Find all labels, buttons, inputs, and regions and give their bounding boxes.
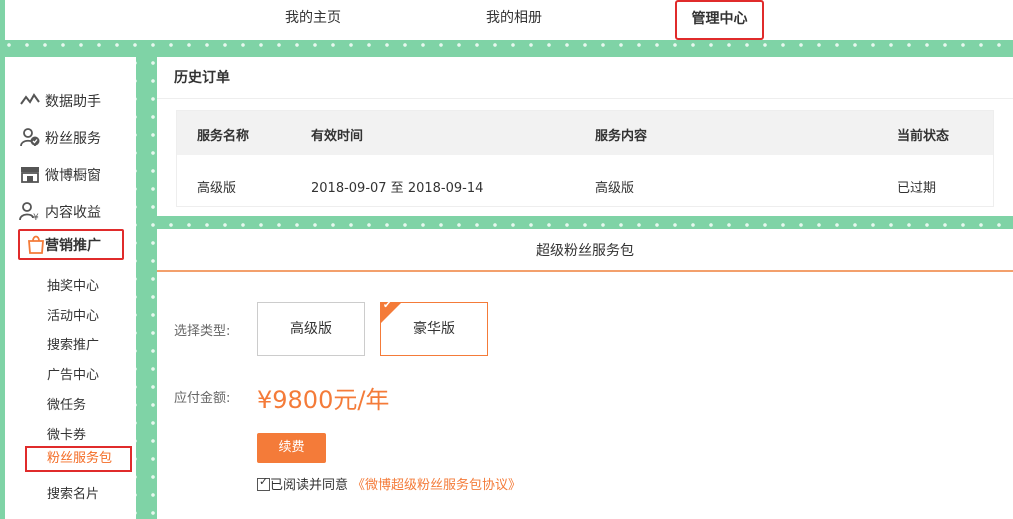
type-label: 选择类型: (174, 324, 231, 339)
submenu-activity-center[interactable]: 活动中心 (47, 305, 99, 324)
sidebar-item-fans-service[interactable]: 粉丝服务 (5, 122, 136, 152)
submenu-lottery-center[interactable]: 抽奖中心 (47, 275, 99, 294)
orders-table: 服务名称 有效时间 服务内容 当前状态 高级版 2018-09-07 至 201… (176, 110, 994, 207)
agreement-row: ✓ 已阅读并同意 《微博超级粉丝服务包协议》 (257, 474, 521, 493)
amount-label: 应付金额: (174, 391, 231, 406)
checkmark-icon: ✓ (259, 475, 269, 488)
cell-status: 已过期 (897, 181, 937, 196)
agreement-link[interactable]: 《微博超级粉丝服务包协议》 (352, 478, 521, 493)
package-title: 超级粉丝服务包 (536, 243, 634, 259)
history-orders-panel: 历史订单 服务名称 有效时间 服务内容 当前状态 高级版 2018-09-07 … (157, 57, 1013, 216)
fans-service-icon (19, 127, 41, 147)
column-header-service-content: 服务内容 (595, 129, 648, 144)
agree-text: 已阅读并同意 (270, 478, 349, 493)
sidebar-item-marketing[interactable]: 营销推广 (18, 229, 124, 260)
sidebar-item-content-income[interactable]: ¥ 内容收益 (5, 196, 136, 226)
cell-service-content: 高级版 (595, 181, 635, 196)
nav-my-album[interactable]: 我的相册 (476, 0, 552, 40)
type-option-deluxe-label: 豪华版 (413, 321, 455, 337)
submenu-search-promotion[interactable]: 搜索推广 (47, 334, 99, 353)
column-header-service-name: 服务名称 (197, 129, 250, 144)
checkmark-icon: ✔ (383, 300, 392, 311)
submenu-fan-service-package[interactable]: 粉丝服务包 (25, 446, 132, 472)
history-orders-title: 历史订单 (174, 70, 230, 86)
sidebar-item-label: 粉丝服务 (45, 131, 101, 147)
divider (157, 98, 1013, 99)
sidebar-item-weibo-showcase[interactable]: 微博橱窗 (5, 159, 136, 189)
shopping-bag-icon (25, 234, 47, 254)
sidebar: 数据助手 粉丝服务 微博橱窗 ¥ 内容收益 营销推广 抽奖中心 活动中心 搜索推… (5, 57, 136, 519)
fan-service-package-panel: 超级粉丝服务包 选择类型: 高级版 ✔ 豪华版 应付金额: ¥9800元/年 续… (157, 229, 1013, 519)
svg-text:¥: ¥ (33, 213, 39, 221)
price-value: ¥9800元/年 (257, 386, 390, 414)
submenu-micro-coupon[interactable]: 微卡券 (47, 424, 86, 443)
column-header-valid-period: 有效时间 (311, 129, 364, 144)
cell-valid-period: 2018-09-07 至 2018-09-14 (311, 181, 484, 196)
sidebar-item-label: 营销推广 (45, 238, 101, 254)
type-option-advanced[interactable]: 高级版 (257, 302, 365, 356)
income-icon: ¥ (19, 201, 41, 223)
sidebar-item-label: 内容收益 (45, 205, 101, 221)
sidebar-item-label: 数据助手 (45, 94, 101, 110)
agree-checkbox[interactable]: ✓ (257, 475, 270, 491)
submenu-search-card[interactable]: 搜索名片 (47, 483, 99, 502)
storefront-icon (19, 164, 41, 184)
table-header: 服务名称 有效时间 服务内容 当前状态 (177, 111, 993, 155)
nav-management-center[interactable]: 管理中心 (675, 0, 764, 40)
submenu-micro-task[interactable]: 微任务 (47, 394, 86, 413)
cell-service-name: 高级版 (197, 181, 237, 196)
chart-line-icon (19, 90, 41, 110)
divider (157, 270, 1013, 272)
nav-my-homepage[interactable]: 我的主页 (275, 0, 351, 40)
type-option-deluxe[interactable]: ✔ 豪华版 (380, 300, 488, 356)
column-header-status: 当前状态 (897, 129, 950, 144)
sidebar-item-label: 微博橱窗 (45, 168, 101, 184)
renew-button[interactable]: 续费 (257, 433, 326, 463)
top-navigation: 我的主页 我的相册 管理中心 (5, 0, 1013, 40)
sidebar-item-data-assistant[interactable]: 数据助手 (5, 85, 136, 115)
submenu-ad-center[interactable]: 广告中心 (47, 364, 99, 383)
